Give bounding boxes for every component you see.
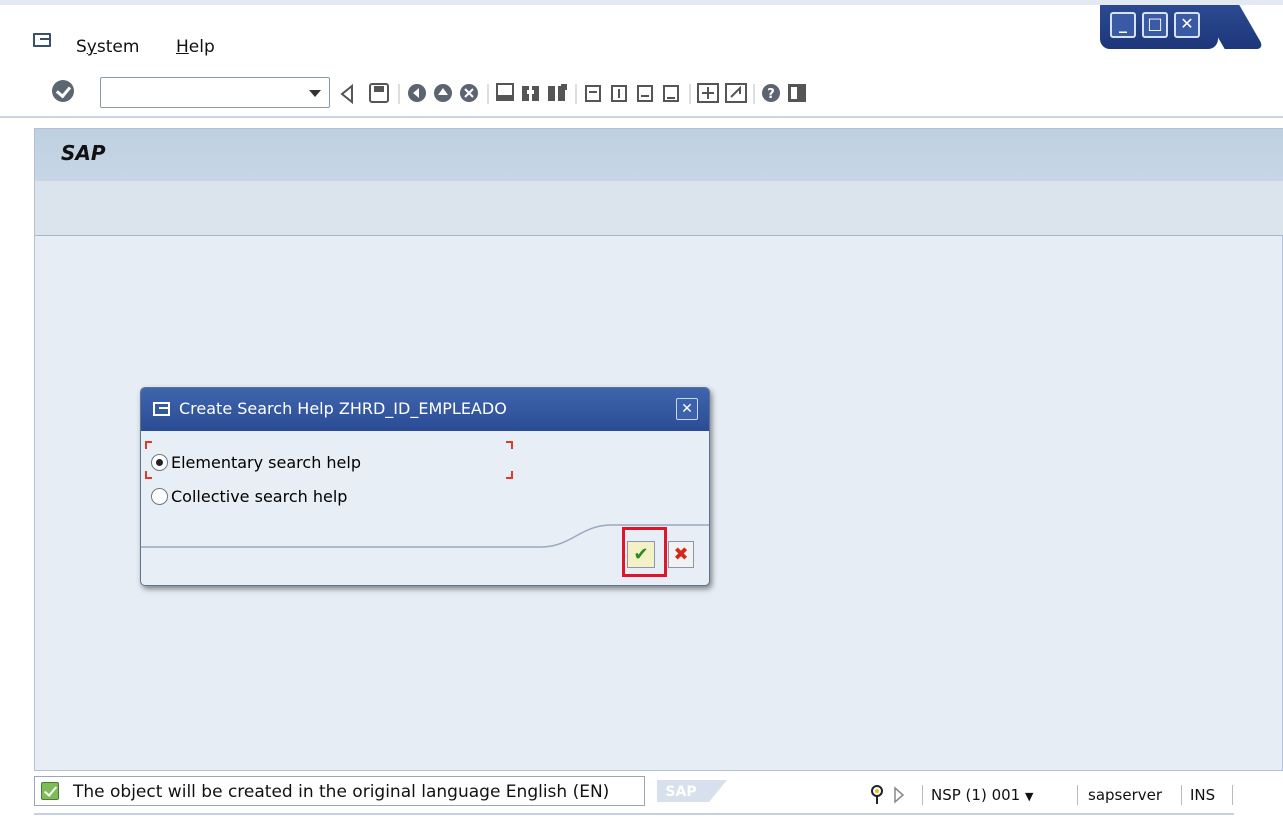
- server-name: sapserver: [1088, 786, 1163, 804]
- shortcut-icon[interactable]: [725, 83, 747, 103]
- minimize-button[interactable]: _: [1110, 12, 1136, 38]
- enter-icon[interactable]: [52, 80, 74, 102]
- radio-label: Collective search help: [171, 486, 348, 506]
- radio-label: Elementary search help: [171, 452, 361, 472]
- key-icon[interactable]: [871, 785, 883, 804]
- command-field[interactable]: [100, 77, 330, 108]
- close-window-button[interactable]: ✕: [1174, 12, 1200, 38]
- system-info-text: NSP (1) 001: [931, 786, 1021, 804]
- layout-icon[interactable]: [788, 84, 806, 102]
- next-page-icon[interactable]: [637, 85, 653, 102]
- chevron-down-icon[interactable]: ▼: [1025, 790, 1033, 803]
- success-check-icon: [41, 782, 59, 800]
- svg-text:?: ?: [767, 87, 775, 102]
- find-icon[interactable]: [522, 86, 539, 101]
- cancel-icon[interactable]: [460, 84, 478, 102]
- cancel-button[interactable]: ✖: [668, 541, 694, 568]
- application-toolbar: [35, 181, 1283, 236]
- status-message-text: The object will be created in the origin…: [73, 782, 610, 802]
- menu-system-label: System: [76, 37, 140, 57]
- dialog-title: Create Search Help ZHRD_ID_EMPLEADO: [179, 399, 507, 418]
- last-page-icon[interactable]: [663, 85, 679, 102]
- back-green-icon[interactable]: [408, 84, 426, 102]
- radio-button[interactable]: [151, 453, 168, 471]
- help-icon[interactable]: ?: [762, 84, 780, 102]
- menu-bar: System Help _ □ ✕: [0, 0, 1283, 68]
- back-icon[interactable]: [340, 83, 353, 105]
- create-search-help-dialog: Create Search Help ZHRD_ID_EMPLEADO ✕ El…: [140, 387, 710, 586]
- toolbar-icons: ?: [340, 83, 806, 105]
- screen-title: SAP: [61, 141, 106, 165]
- first-page-icon[interactable]: [585, 85, 601, 102]
- radio-button[interactable]: [151, 487, 168, 505]
- menu-help-label: Help: [176, 37, 215, 57]
- expand-status-icon[interactable]: [894, 786, 905, 804]
- maximize-button[interactable]: □: [1142, 12, 1168, 38]
- print-icon[interactable]: [496, 83, 514, 101]
- focus-marker: [506, 471, 513, 479]
- find-next-icon[interactable]: [548, 84, 567, 101]
- menu-system[interactable]: System: [76, 37, 139, 57]
- focus-marker: [506, 441, 513, 449]
- dialog-title-bar: Create Search Help ZHRD_ID_EMPLEADO ✕: [141, 388, 709, 431]
- window-controls: _ □ ✕: [1100, 5, 1265, 51]
- title-bar: SAP: [35, 129, 1283, 181]
- confirm-button[interactable]: ✔: [627, 541, 655, 568]
- previous-page-icon[interactable]: [611, 85, 627, 102]
- customize-menu-icon[interactable]: [33, 33, 51, 47]
- sap-logo: SAP: [657, 780, 727, 802]
- create-session-icon[interactable]: [697, 83, 719, 103]
- radio-collective-search-help[interactable]: Collective search help: [151, 485, 347, 507]
- system-info[interactable]: NSP (1) 001 ▼: [931, 786, 1033, 804]
- status-message[interactable]: The object will be created in the origin…: [34, 776, 645, 806]
- menu-help[interactable]: Help: [176, 37, 215, 57]
- insert-mode[interactable]: INS: [1190, 786, 1215, 804]
- focus-marker: [145, 441, 152, 449]
- sap-logo-text: SAP: [665, 784, 696, 800]
- exit-icon[interactable]: [434, 84, 452, 102]
- chevron-down-icon[interactable]: [309, 90, 321, 97]
- save-icon[interactable]: [369, 83, 389, 103]
- radio-elementary-search-help[interactable]: Elementary search help: [151, 451, 361, 473]
- status-icons: [871, 785, 905, 804]
- standard-toolbar: ?: [0, 68, 1283, 118]
- dialog-menu-icon[interactable]: [153, 402, 170, 416]
- close-icon[interactable]: ✕: [676, 398, 698, 420]
